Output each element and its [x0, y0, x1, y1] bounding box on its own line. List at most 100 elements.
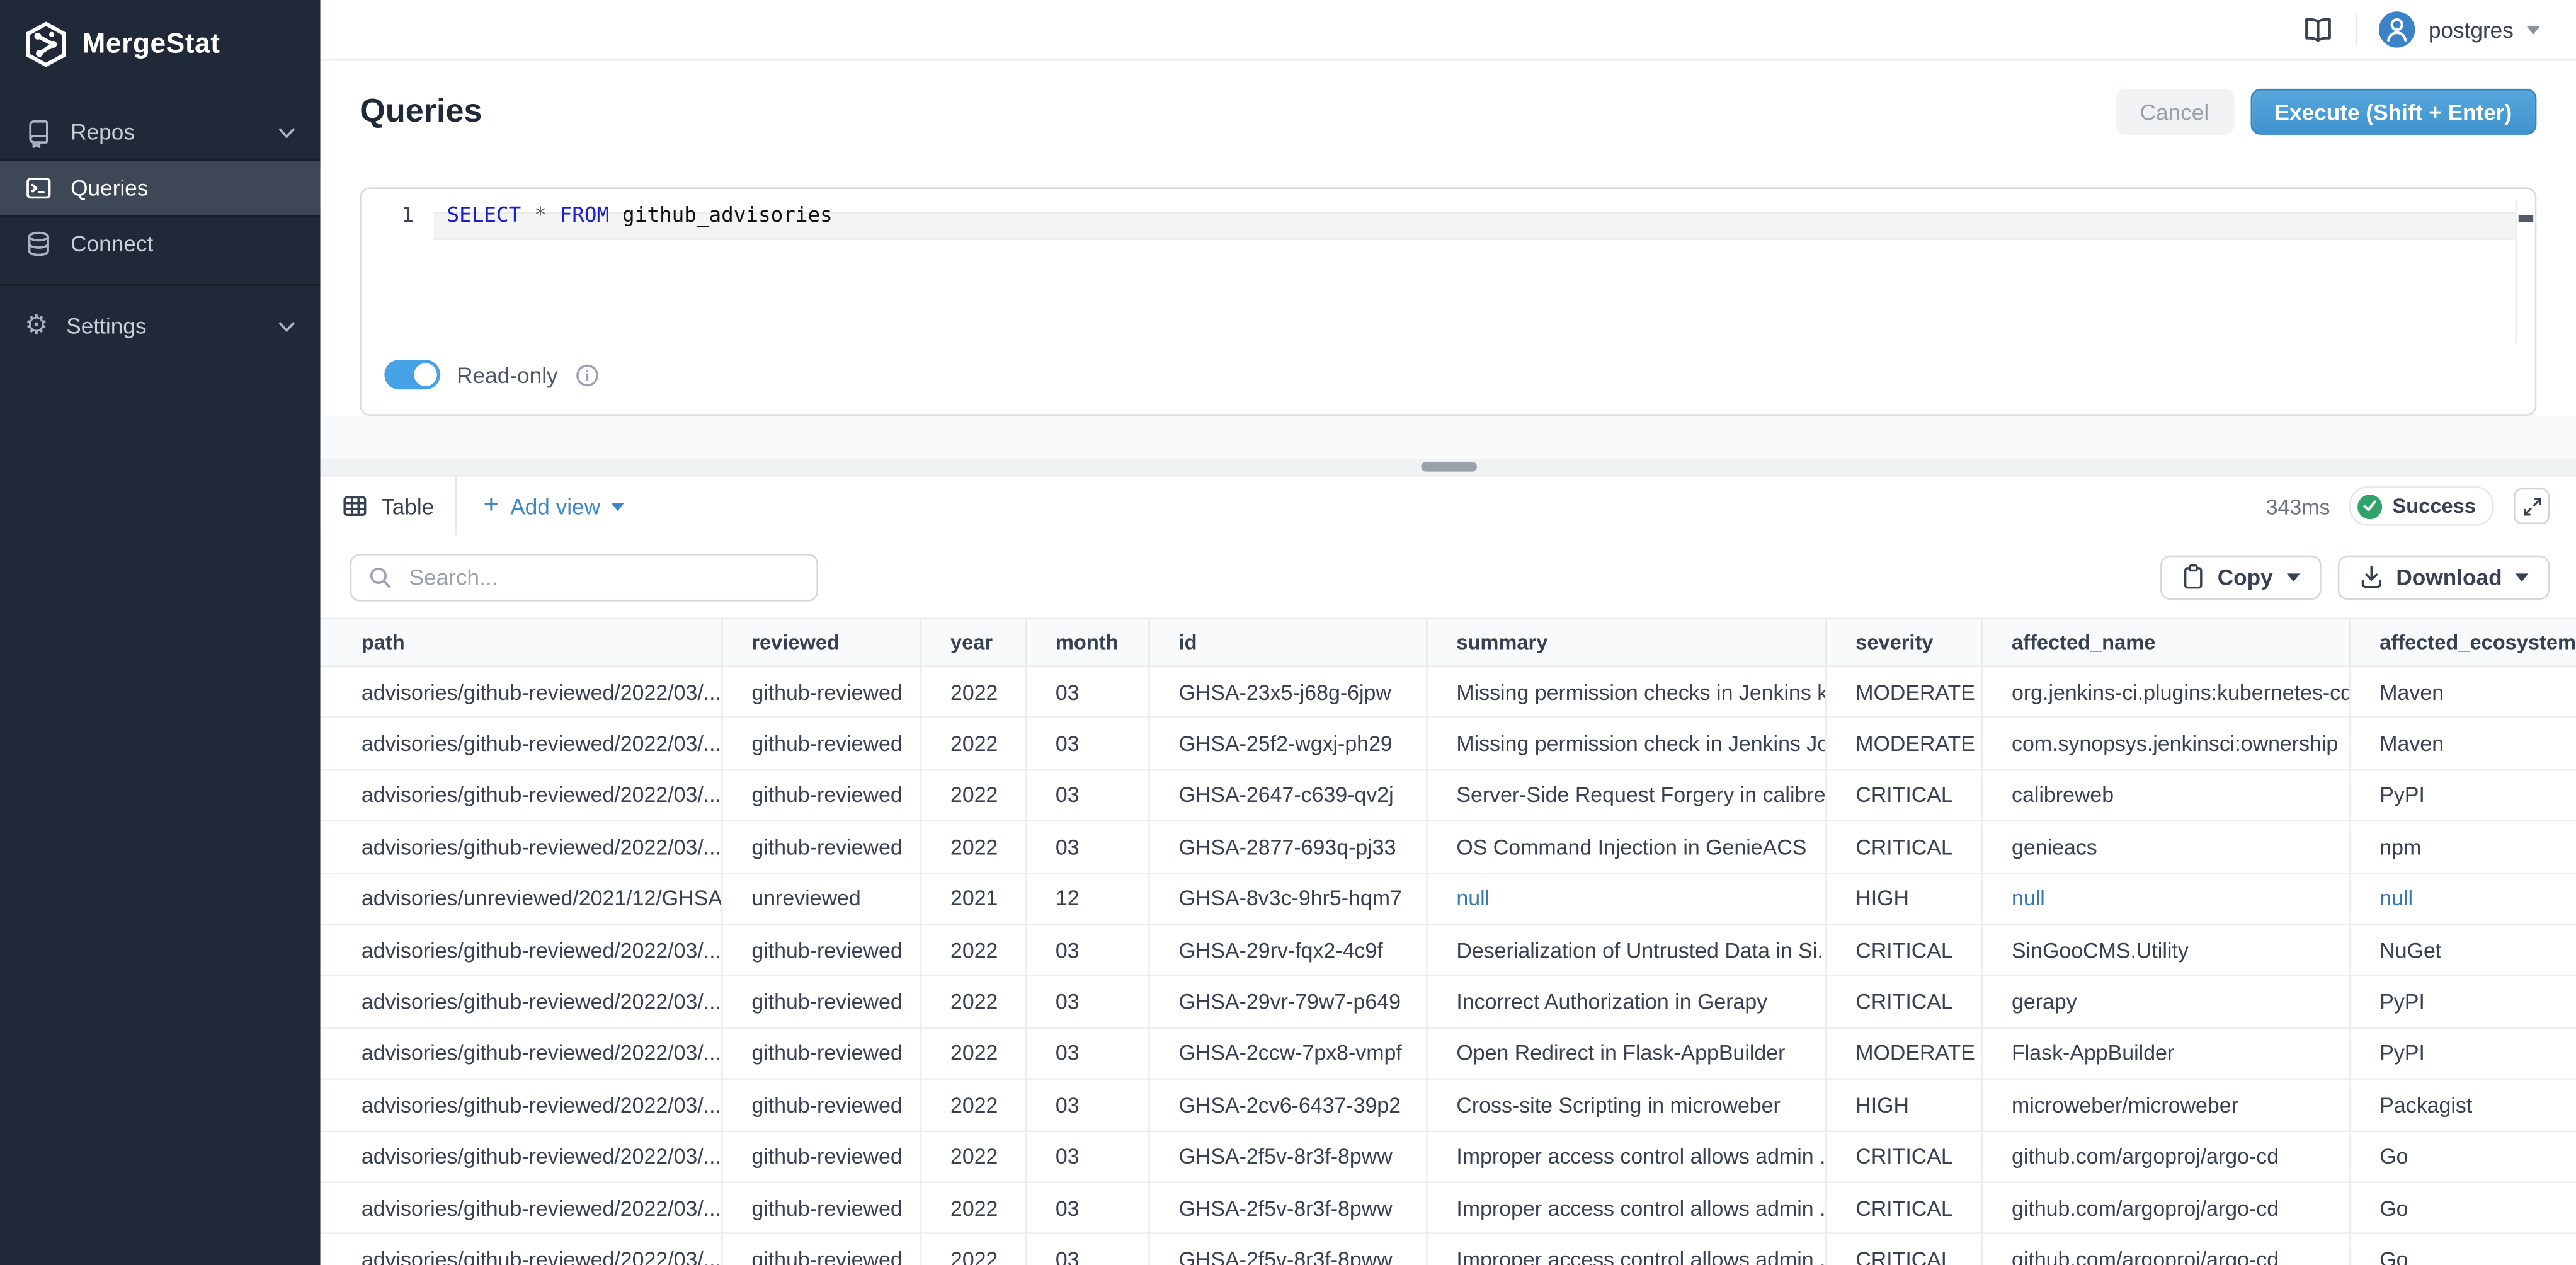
resize-drag-handle[interactable]: [1420, 462, 1476, 472]
cursor-position-mark: [2519, 215, 2533, 222]
cell-affected_ecosystem: Maven: [2349, 718, 2576, 770]
expand-results-button[interactable]: [2514, 488, 2550, 524]
status-text: Success: [2393, 495, 2476, 518]
cell-id: GHSA-2cv6-6437-39p2: [1148, 1079, 1426, 1131]
table-row[interactable]: advisories/github-reviewed/2022/03/...gi…: [321, 1027, 2576, 1079]
cell-affected_ecosystem: Go: [2349, 1131, 2576, 1182]
sidebar-item-settings[interactable]: ⚙ Settings: [0, 299, 321, 353]
cell-affected_name: github.com/argoproj/argo-cd: [1981, 1131, 2349, 1182]
cell-affected_ecosystem: Maven: [2349, 667, 2576, 718]
table-row[interactable]: advisories/github-reviewed/2022/03/...gi…: [321, 718, 2576, 770]
column-header-summary[interactable]: summary: [1426, 619, 1825, 667]
cell-severity: MODERATE: [1825, 718, 1981, 770]
cell-reviewed: github-reviewed: [721, 1234, 920, 1265]
download-button[interactable]: Download: [2337, 554, 2550, 598]
cell-reviewed: github-reviewed: [721, 769, 920, 821]
copy-button[interactable]: Copy: [2160, 554, 2320, 598]
table-row[interactable]: advisories/github-reviewed/2022/03/...gi…: [321, 1234, 2576, 1265]
column-header-reviewed[interactable]: reviewed: [721, 619, 920, 667]
cell-severity: HIGH: [1825, 1079, 1981, 1131]
cell-month: 03: [1025, 718, 1149, 770]
table-row[interactable]: advisories/github-reviewed/2022/03/...gi…: [321, 1182, 2576, 1234]
table-grid-icon: [342, 493, 368, 520]
cell-reviewed: github-reviewed: [721, 1027, 920, 1079]
sql-code-editor[interactable]: 1 SELECT*FROMgithub_advisories: [362, 200, 2535, 343]
query-actions: Cancel Execute (Shift + Enter): [2115, 89, 2536, 135]
sidebar-divider: [0, 284, 321, 286]
cell-affected_ecosystem: npm: [2349, 821, 2576, 873]
cell-affected_name: Flask-AppBuilder: [1981, 1027, 2349, 1079]
sidebar-item-label: Queries: [71, 176, 148, 200]
sidebar-item-repos[interactable]: Repos: [0, 105, 321, 159]
column-header-month[interactable]: month: [1025, 619, 1149, 667]
cell-path: advisories/github-reviewed/2022/03/...: [321, 718, 721, 770]
cell-severity: MODERATE: [1825, 1027, 1981, 1079]
plus-icon: +: [484, 493, 499, 520]
column-header-affected_ecosystem[interactable]: affected_ecosystem: [2349, 619, 2576, 667]
search-input[interactable]: [406, 563, 800, 590]
table-row[interactable]: advisories/github-reviewed/2022/03/...gi…: [321, 821, 2576, 873]
tab-table[interactable]: Table: [321, 476, 457, 535]
chevron-down-icon: [2515, 573, 2528, 581]
header-divider: [2356, 13, 2358, 46]
editor-overview-ruler[interactable]: [2515, 200, 2534, 343]
chevron-down-icon: [278, 319, 296, 333]
table-row[interactable]: advisories/github-reviewed/2022/03/...gi…: [321, 667, 2576, 718]
cell-id: GHSA-29rv-fqx2-4c9f: [1148, 924, 1426, 976]
gear-icon: ⚙: [25, 313, 48, 340]
cell-severity: MODERATE: [1825, 667, 1981, 718]
cell-summary: OS Command Injection in GenieACS: [1426, 821, 1825, 873]
cell-reviewed: github-reviewed: [721, 821, 920, 873]
table-row[interactable]: advisories/unreviewed/2021/12/GHSA...unr…: [321, 873, 2576, 924]
chevron-down-icon: [278, 126, 296, 139]
cell-affected_ecosystem: Packagist: [2349, 1079, 2576, 1131]
cancel-button[interactable]: Cancel: [2115, 89, 2233, 135]
top-header: postgres: [321, 0, 2576, 61]
table-row[interactable]: advisories/github-reviewed/2022/03/...gi…: [321, 976, 2576, 1027]
docs-open-book-icon[interactable]: [2302, 14, 2335, 44]
table-row[interactable]: advisories/github-reviewed/2022/03/...gi…: [321, 769, 2576, 821]
add-view-button[interactable]: + Add view: [484, 493, 625, 520]
table-row[interactable]: advisories/github-reviewed/2022/03/... gi…: [321, 1131, 2576, 1182]
sql-editor-card: 1 SELECT*FROMgithub_advisories Read-only: [360, 187, 2536, 416]
logo[interactable]: MergeStat: [0, 0, 321, 89]
main-content: postgres Queries Cancel Execute (Shift +…: [321, 0, 2576, 1265]
query-duration: 343ms: [2266, 494, 2330, 518]
sidebar-item-connect[interactable]: Connect: [0, 217, 321, 271]
cell-year: 2022: [920, 667, 1025, 718]
cell-id: GHSA-8v3c-9hr5-hqm7: [1148, 873, 1426, 924]
column-header-severity[interactable]: severity: [1825, 619, 1981, 667]
cell-path: advisories/github-reviewed/2022/03/...: [321, 1182, 721, 1234]
cell-affected_ecosystem: null: [2349, 873, 2576, 924]
cell-path: advisories/github-reviewed/2022/03/...: [321, 769, 721, 821]
cell-id: GHSA-2ccw-7px8-vmpf: [1148, 1027, 1426, 1079]
results-table: pathreviewedyearmonthidsummaryseverityaf…: [321, 618, 2576, 1265]
user-menu[interactable]: postgres: [2379, 11, 2540, 47]
cell-affected_name: gerapy: [1981, 976, 2349, 1027]
cell-id: GHSA-2877-693q-pj33: [1148, 821, 1426, 873]
chevron-down-icon: [2286, 573, 2300, 581]
table-row[interactable]: advisories/github-reviewed/2022/03/...gi…: [321, 924, 2576, 976]
read-only-label: Read-only: [457, 362, 558, 387]
cell-year: 2022: [920, 976, 1025, 1027]
column-header-id[interactable]: id: [1148, 619, 1426, 667]
table-row[interactable]: advisories/github-reviewed/2022/03/...gi…: [321, 1079, 2576, 1131]
sidebar-item-queries[interactable]: Queries: [0, 159, 321, 217]
sidebar-item-label: Connect: [71, 232, 153, 256]
column-header-affected_name[interactable]: affected_name: [1981, 619, 2349, 667]
cell-id: GHSA-2f5v-8r3f-8pww: [1148, 1182, 1426, 1234]
sidebar-nav: Repos Queries Co: [0, 105, 321, 353]
logo-text: MergeStat: [82, 28, 220, 60]
cell-path: advisories/github-reviewed/2022/03/...: [321, 1131, 721, 1182]
info-circle-icon[interactable]: [574, 362, 599, 387]
execute-button[interactable]: Execute (Shift + Enter): [2250, 89, 2536, 135]
cell-month: 03: [1025, 924, 1149, 976]
column-header-year[interactable]: year: [920, 619, 1025, 667]
cell-affected_name: com.synopsys.jenkinsci:ownership: [1981, 718, 2349, 770]
read-only-toggle[interactable]: [384, 360, 440, 389]
cell-year: 2022: [920, 1079, 1025, 1131]
column-header-path[interactable]: path: [321, 619, 721, 667]
cell-reviewed: github-reviewed: [721, 924, 920, 976]
sql-table-name: github_advisories: [622, 202, 833, 227]
cell-affected_name: SinGooCMS.Utility: [1981, 924, 2349, 976]
